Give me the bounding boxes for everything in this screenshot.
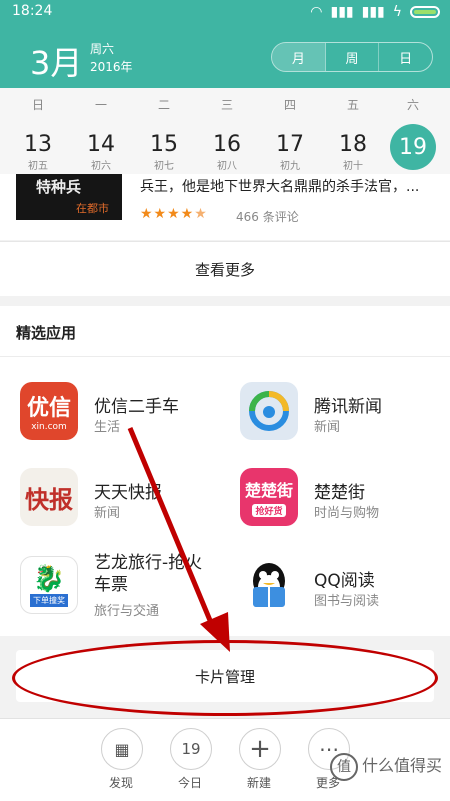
- month-title: 3月: [30, 44, 83, 82]
- weekday-wed: 三: [220, 98, 233, 112]
- watermark: 值什么值得买: [330, 752, 442, 781]
- divider: [0, 356, 450, 357]
- year-label: 2016年: [90, 60, 133, 74]
- youxin-app-icon[interactable]: 优信 xin.com: [20, 382, 78, 440]
- view-switcher: 月 周 日: [271, 42, 433, 72]
- lunar-date: 初八: [217, 161, 237, 172]
- plus-icon[interactable]: +: [239, 728, 281, 770]
- lunar-date: 初十: [343, 161, 363, 172]
- view-more-button[interactable]: 查看更多: [0, 241, 450, 296]
- day-cell[interactable]: 18 初十: [323, 132, 383, 172]
- chuchujie-icon[interactable]: 楚楚街 抢好货: [240, 468, 298, 526]
- lunar-date: 初七: [154, 161, 174, 172]
- date-subtitle: 周六 2016年: [90, 40, 133, 76]
- day-cell[interactable]: 15 初七: [134, 132, 194, 172]
- day-cell[interactable]: 16 初八: [197, 132, 257, 172]
- nav-label-new[interactable]: 新建: [229, 774, 289, 791]
- day-number: 13: [24, 132, 52, 157]
- signal-icon-2: ▮▮▮: [361, 4, 385, 20]
- day-number: 14: [87, 132, 115, 157]
- elong-dragon-icon[interactable]: 🐉 下单撞奖: [20, 556, 78, 614]
- book-cover-subtitle: 在都市: [76, 202, 109, 215]
- weekday-thu: 四: [283, 98, 296, 112]
- day-number: 16: [213, 132, 241, 157]
- lunar-date: 初九: [280, 161, 300, 172]
- annotation-ellipse: [12, 640, 438, 716]
- app-category: 新闻: [94, 506, 121, 521]
- qq-read-icon[interactable]: [240, 556, 298, 614]
- discover-icon[interactable]: ▦: [101, 728, 143, 770]
- nav-label-today[interactable]: 今日: [160, 774, 220, 791]
- nav-label-discover[interactable]: 发现: [91, 774, 151, 791]
- weekday-sat: 六: [406, 98, 419, 112]
- wifi-icon: ◠: [310, 4, 323, 20]
- app-category: 新闻: [314, 420, 341, 435]
- day-cell[interactable]: 17 初九: [260, 132, 320, 172]
- tiantian-kuaibao-icon[interactable]: 快报: [20, 468, 78, 526]
- weekday-fri: 五: [346, 98, 359, 112]
- day-cell[interactable]: 14 初六: [71, 132, 131, 172]
- view-day-button[interactable]: 日: [379, 43, 432, 71]
- book-cover: 特种兵 在都市: [16, 174, 122, 220]
- signal-icon: ▮▮▮: [330, 4, 354, 20]
- app-category: 旅行与交通: [94, 604, 160, 619]
- day-number: 15: [150, 132, 178, 157]
- app-category: 图书与阅读: [314, 594, 380, 609]
- weekday-sun: 日: [31, 98, 44, 112]
- featured-apps-title: 精选应用: [16, 324, 77, 342]
- lunar-date: 初六: [91, 161, 111, 172]
- charging-icon: ϟ: [392, 4, 402, 20]
- day-number: 18: [339, 132, 367, 157]
- half-star-icon: ★: [194, 206, 208, 222]
- today-day-cell[interactable]: 19: [390, 124, 436, 170]
- app-category: 生活: [94, 420, 121, 435]
- weekday-label: 周六: [90, 42, 115, 56]
- app-name[interactable]: 腾讯新闻: [314, 392, 382, 417]
- weekday-tue: 二: [157, 98, 170, 112]
- app-name[interactable]: 艺龙旅行-抢火车票: [94, 552, 204, 596]
- app-name[interactable]: 天天快报: [94, 478, 162, 503]
- lunar-date: 初五: [28, 161, 48, 172]
- view-month-button[interactable]: 月: [272, 43, 326, 71]
- status-time: 18:24: [12, 3, 53, 19]
- book-cover-title: 特种兵: [36, 178, 82, 196]
- week-strip: 日 一 二 三 四 五 六 13 初五 14 初六 15 初七 16 初八 17 初九 1…: [0, 88, 450, 174]
- status-bar: 18:24 ◠ ▮▮▮ ▮▮▮ ϟ: [0, 0, 450, 24]
- app-name[interactable]: 优信二手车: [94, 392, 179, 417]
- tencent-news-icon[interactable]: [240, 382, 298, 440]
- today-icon[interactable]: 19: [170, 728, 212, 770]
- review-count: 466 条评论: [236, 210, 299, 224]
- book-description: 兵王，他是地下世界大名鼎鼎的杀手法官，...: [140, 179, 420, 195]
- app-name[interactable]: 楚楚街: [314, 478, 365, 503]
- view-week-button[interactable]: 周: [326, 43, 380, 71]
- app-name[interactable]: QQ阅读: [314, 566, 375, 591]
- day-number: 17: [276, 132, 304, 157]
- watermark-logo-icon: 值: [330, 753, 358, 781]
- weekday-mon: 一: [94, 98, 107, 112]
- watermark-text: 什么值得买: [362, 756, 443, 775]
- app-category: 时尚与购物: [314, 506, 380, 521]
- rating-stars: ★★★★★: [140, 206, 208, 222]
- battery-icon: [410, 6, 440, 18]
- day-cell[interactable]: 13 初五: [8, 132, 68, 172]
